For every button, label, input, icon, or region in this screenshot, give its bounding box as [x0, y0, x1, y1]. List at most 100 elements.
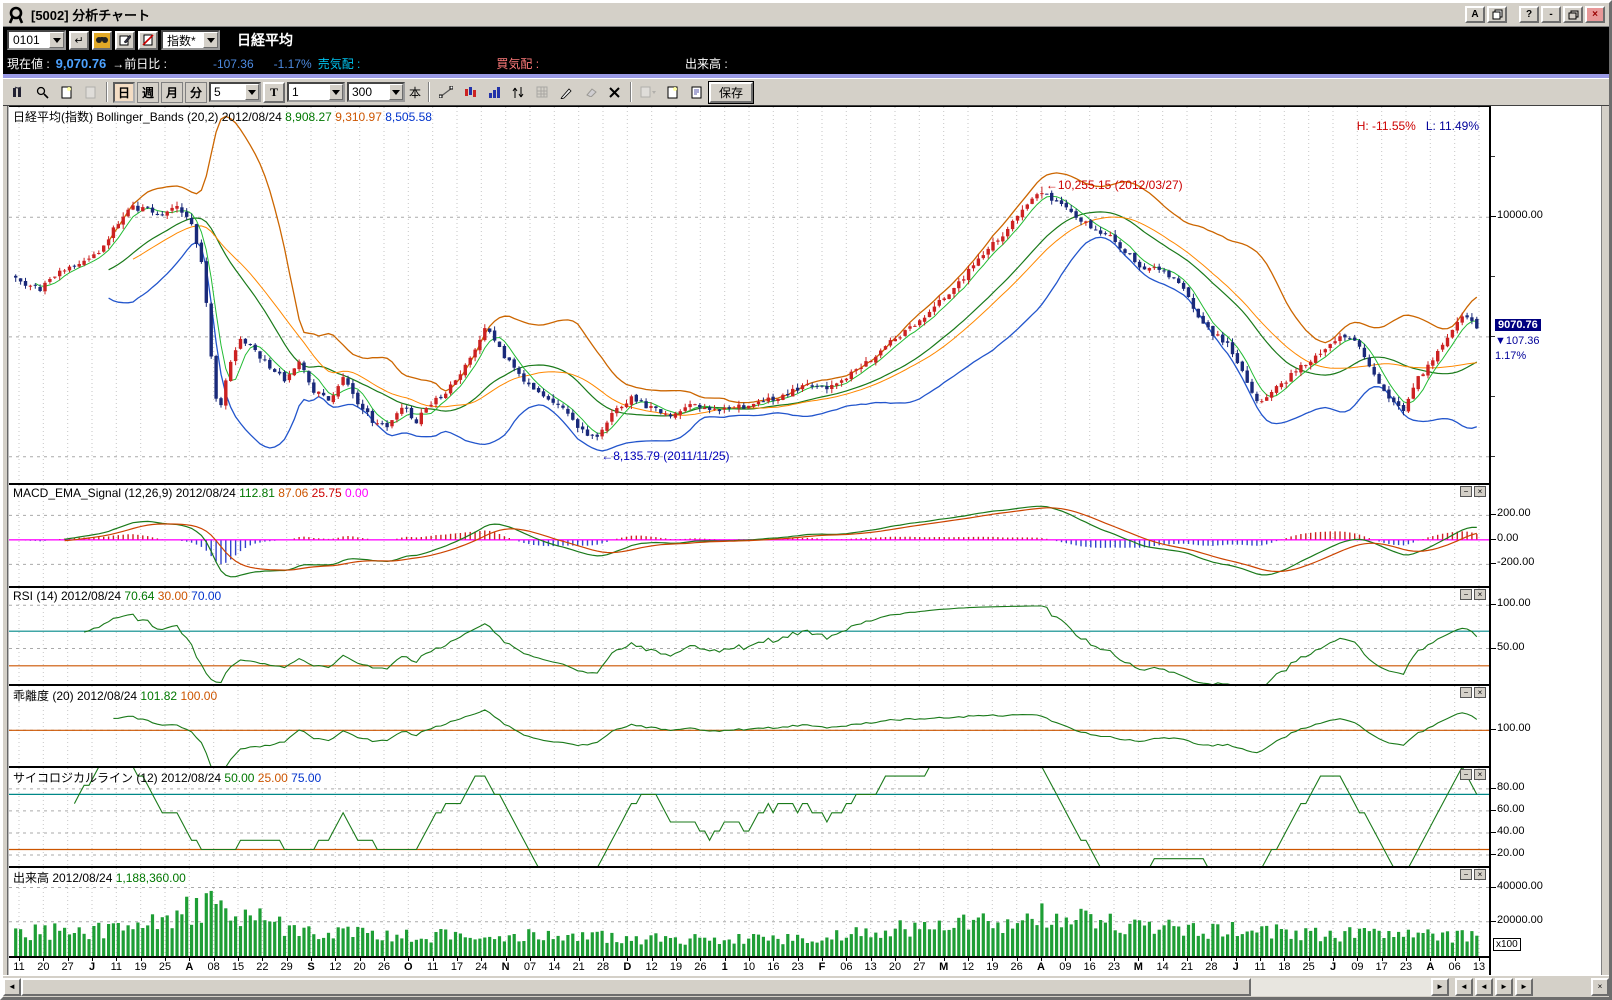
date-axis-label: 16 [767, 961, 779, 973]
nav-next-button[interactable]: ► [1495, 978, 1513, 996]
date-axis-label: F [819, 961, 826, 973]
psychological-panel[interactable]: サイコロジカルライン (12) 2012/08/24 50.00 25.00 7… [9, 768, 1489, 868]
date-axis-label: 1 [722, 961, 728, 973]
bar-count-value[interactable]: 300 [349, 85, 389, 99]
nav-prev-button[interactable]: ◄ [1475, 978, 1493, 996]
volume-panel[interactable]: 出来高 2012/08/24 1,188,360.00 −× [9, 868, 1489, 958]
axis-tick [1491, 563, 1496, 564]
scroll-left-arrow[interactable]: ◄ [3, 978, 21, 996]
new-page-icon[interactable] [55, 82, 77, 103]
date-axis-label: 28 [597, 961, 609, 973]
axis-tick [1491, 514, 1496, 515]
panel-minimize-icon[interactable]: − [1460, 486, 1472, 497]
period-week-button[interactable]: 週 [137, 82, 159, 103]
sort-arrows-icon[interactable] [507, 82, 529, 103]
panel-close-icon[interactable]: × [1474, 687, 1486, 698]
axis-tick [1491, 396, 1495, 397]
volume-bars [14, 891, 1478, 956]
close-button[interactable]: × [1585, 6, 1605, 23]
help-button[interactable]: ? [1519, 6, 1539, 23]
change-pct: -1.17% [274, 57, 312, 71]
panel-close-icon[interactable]: × [1474, 869, 1486, 880]
symbol-name: 日経平均 [237, 30, 293, 50]
edit-memo-icon[interactable] [115, 31, 135, 50]
count1-dropdown[interactable]: 1 [287, 82, 345, 102]
date-axis-label: 27 [62, 961, 74, 973]
date-axis-label: S [307, 961, 314, 973]
bar-count-dropdown[interactable]: 300 [347, 82, 405, 102]
panel-close-icon[interactable]: × [1474, 589, 1486, 600]
divider [106, 82, 108, 102]
period-minute-button[interactable]: 分 [185, 82, 207, 103]
nav-first-button[interactable]: ◄ [1455, 978, 1473, 996]
chart-toolbar: 日 週 月 分 5 T 1 300 本 [3, 79, 1609, 106]
font-button[interactable]: A [1465, 6, 1485, 23]
axis-label: -200.00 [1497, 556, 1534, 568]
save-button[interactable]: 保存 [709, 82, 753, 103]
axis-tick [1491, 854, 1496, 855]
panel-close-icon[interactable]: × [1474, 769, 1486, 780]
panel-grid-close-icon[interactable]: × [1591, 978, 1609, 996]
axis-label: 20000.00 [1497, 914, 1543, 926]
panel-minimize-icon[interactable]: − [1460, 869, 1472, 880]
interval-dropdown[interactable]: 5 [209, 82, 261, 102]
change-label: →前日比 : [112, 55, 167, 72]
bid-label: 買気配 : [496, 55, 539, 72]
panel-minimize-icon[interactable]: − [1460, 769, 1472, 780]
axis-label: 80.00 [1497, 781, 1525, 793]
text-tool-button[interactable]: T [263, 82, 285, 103]
interval-value[interactable]: 5 [211, 85, 245, 99]
nav-last-button[interactable]: ► [1515, 978, 1533, 996]
header-value: 乖離度 (20) 2012/08/24 [13, 689, 140, 703]
rsi-panel[interactable]: RSI (14) 2012/08/24 70.64 30.00 70.00 −× [9, 588, 1489, 686]
current-price-value: 9,070.76 [56, 56, 107, 71]
date-axis-label: 11 [1254, 961, 1265, 973]
scrollbar-thumb[interactable] [21, 978, 1251, 996]
period-day-button[interactable]: 日 [113, 82, 135, 103]
header-value: 1,188,360.00 [116, 871, 186, 885]
symbol-code-combobox[interactable]: 0101 [7, 30, 66, 50]
load-layout-icon[interactable] [685, 82, 707, 103]
panel-minimize-icon[interactable]: − [1460, 687, 1472, 698]
candlestick-chart-icon[interactable] [459, 82, 481, 103]
maximize-button[interactable] [1563, 6, 1583, 23]
axis-tick [1491, 810, 1496, 811]
symbol-code-value[interactable]: 0101 [9, 33, 49, 47]
delete-x-icon[interactable] [603, 82, 625, 103]
minimize-button[interactable]: - [1541, 6, 1561, 23]
price-panel[interactable]: 日経平均(指数) Bollinger_Bands (20,2) 2012/08/… [9, 107, 1489, 485]
panel-minimize-icon[interactable]: − [1460, 589, 1472, 600]
board-icon[interactable] [7, 82, 29, 103]
date-axis-label: 12 [646, 961, 658, 973]
search-binoculars-icon[interactable] [92, 31, 112, 50]
remove-watch-icon[interactable] [138, 31, 158, 50]
macd-panel[interactable]: MACD_EMA_Signal (12,26,9) 2012/08/24 112… [9, 485, 1489, 588]
date-axis-label: 17 [451, 961, 463, 973]
enter-button[interactable]: ↵ [69, 31, 89, 50]
pencil-icon[interactable] [555, 82, 577, 103]
chevron-down-icon[interactable] [329, 84, 343, 100]
scrollbar-track[interactable] [1251, 978, 1431, 996]
copy-window-icon[interactable] [1487, 6, 1507, 23]
count1-value[interactable]: 1 [289, 85, 329, 99]
header-value: MACD_EMA_Signal (12,26,9) 2012/08/24 [13, 486, 239, 500]
chevron-down-icon[interactable] [49, 32, 64, 48]
chevron-down-icon[interactable] [389, 84, 403, 100]
kairi-panel[interactable]: 乖離度 (20) 2012/08/24 101.82 100.00 −× [9, 686, 1489, 768]
category-value[interactable]: 指数* [163, 32, 203, 49]
bottom-scroll-row: ◄ ► ◄ ◄ ► ► × [3, 975, 1609, 997]
axis-tick [1491, 276, 1495, 277]
bar-chart-icon[interactable] [483, 82, 505, 103]
save-layout-icon[interactable] [661, 82, 683, 103]
header-value: 0.00 [345, 486, 368, 500]
period-month-button[interactable]: 月 [161, 82, 183, 103]
scroll-right-arrow[interactable]: ► [1431, 978, 1449, 996]
axis-tick [1491, 788, 1496, 789]
trendline-tool-icon[interactable] [435, 82, 457, 103]
zoom-icon[interactable] [31, 82, 53, 103]
chevron-down-icon[interactable] [203, 32, 218, 48]
panel-close-icon[interactable]: × [1474, 486, 1486, 497]
chevron-down-icon[interactable] [245, 84, 259, 100]
eraser-icon-disabled [579, 82, 601, 103]
category-combobox[interactable]: 指数* [161, 30, 220, 50]
